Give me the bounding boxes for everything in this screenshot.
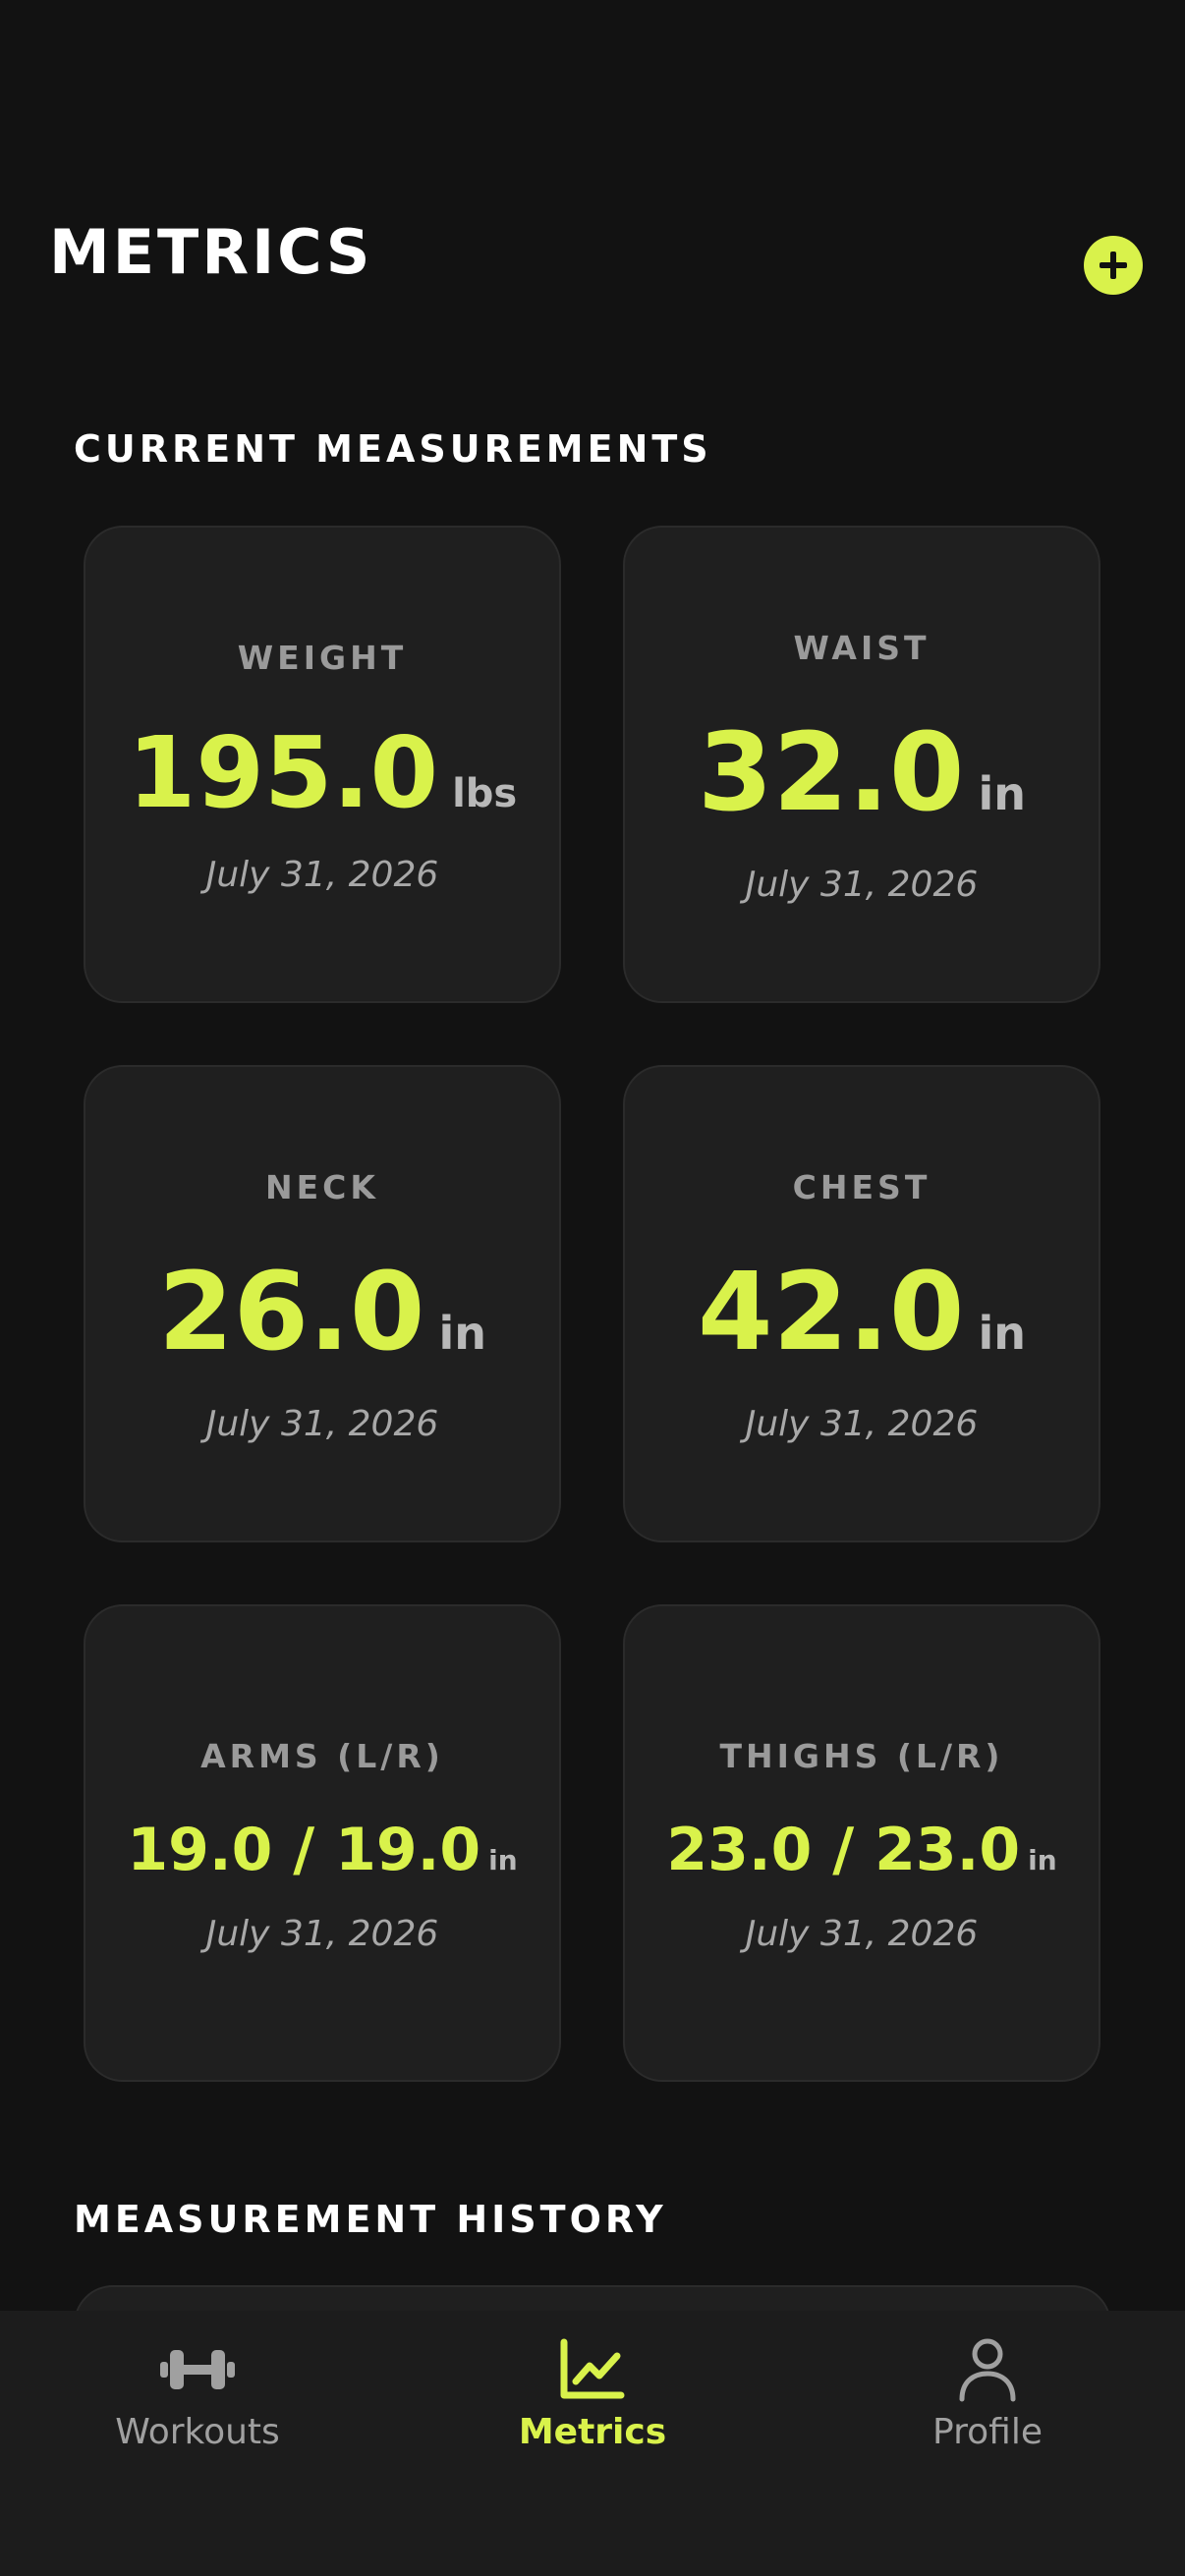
chart-icon: [553, 2330, 632, 2409]
tab-label: Metrics: [518, 2412, 667, 2452]
card-label: NECK: [265, 1168, 379, 1206]
card-date: July 31, 2026: [205, 1404, 439, 1444]
card-unit: lbs: [452, 771, 518, 816]
waist-card[interactable]: WAIST 32.0 in July 31, 2026: [623, 526, 1100, 1003]
measurement-history-heading: MEASUREMENT HISTORY: [74, 2198, 667, 2241]
tab-metrics[interactable]: Metrics: [445, 2330, 740, 2468]
card-unit: in: [978, 767, 1026, 820]
weight-card[interactable]: WEIGHT 195.0 lbs July 31, 2026: [84, 526, 561, 1003]
card-date: July 31, 2026: [745, 1914, 979, 1954]
current-measurements-heading: CURRENT MEASUREMENTS: [74, 427, 712, 471]
card-value: 32.0: [698, 709, 965, 835]
card-value: 23.0 / 23.0: [666, 1816, 1021, 1884]
tab-workouts[interactable]: Workouts: [50, 2330, 345, 2468]
card-label: ARMS (L/R): [200, 1737, 444, 1775]
card-unit: in: [488, 1844, 518, 1876]
card-label: WAIST: [793, 629, 931, 667]
bottom-tab-bar: Workouts Metrics Profile: [0, 2311, 1185, 2576]
card-unit: in: [438, 1307, 486, 1360]
card-date: July 31, 2026: [205, 1914, 439, 1954]
card-value: 195.0: [127, 715, 439, 830]
card-label: CHEST: [792, 1168, 931, 1206]
card-date: July 31, 2026: [205, 855, 439, 895]
card-date: July 31, 2026: [745, 865, 979, 905]
card-value: 26.0: [158, 1249, 425, 1374]
card-label: WEIGHT: [237, 639, 408, 677]
card-value: 42.0: [698, 1249, 965, 1374]
card-date: July 31, 2026: [745, 1404, 979, 1444]
card-label: THIGHS (L/R): [719, 1737, 1004, 1775]
add-measurement-button[interactable]: [1084, 236, 1143, 295]
person-icon: [948, 2330, 1027, 2409]
page-title: METRICS: [49, 216, 373, 288]
neck-card[interactable]: NECK 26.0 in July 31, 2026: [84, 1065, 561, 1542]
chest-card[interactable]: CHEST 42.0 in July 31, 2026: [623, 1065, 1100, 1542]
card-unit: in: [1028, 1844, 1057, 1876]
thighs-card[interactable]: THIGHS (L/R) 23.0 / 23.0 in July 31, 202…: [623, 1604, 1100, 2082]
card-value: 19.0 / 19.0: [127, 1816, 481, 1884]
arms-card[interactable]: ARMS (L/R) 19.0 / 19.0 in July 31, 2026: [84, 1604, 561, 2082]
tab-profile[interactable]: Profile: [840, 2330, 1135, 2468]
tab-label: Workouts: [115, 2412, 280, 2452]
dumbbell-icon: [158, 2330, 237, 2409]
card-unit: in: [978, 1307, 1026, 1360]
plus-icon: [1100, 252, 1127, 279]
tab-label: Profile: [932, 2412, 1043, 2452]
